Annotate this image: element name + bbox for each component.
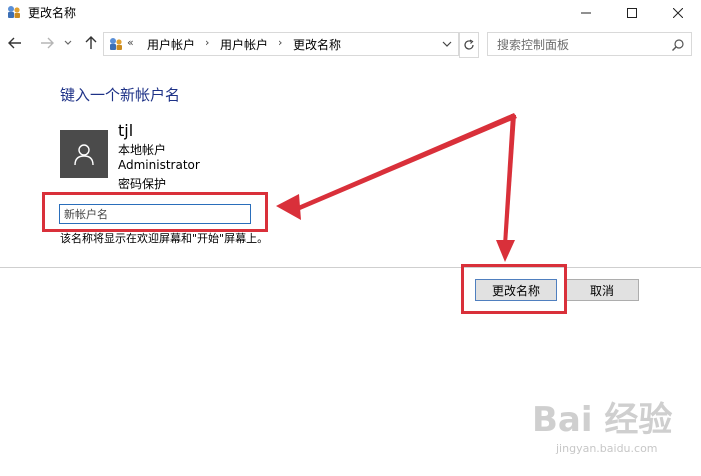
annotation-arrow-to-input bbox=[291, 113, 517, 213]
annotation-arrow-to-input-head bbox=[276, 194, 301, 220]
title-bar: 更改名称 bbox=[0, 0, 701, 26]
back-button[interactable] bbox=[6, 34, 24, 52]
baidu-watermark: Bai 经验 jingyan.baidu.com bbox=[532, 392, 692, 464]
breadcrumb-item[interactable]: 用户帐户 bbox=[220, 36, 268, 53]
control-panel-icon bbox=[6, 4, 22, 20]
user-avatar-icon bbox=[74, 144, 94, 166]
navigation-bar: « 用户帐户 › 用户帐户 › 更改名称 搜索控制面板 bbox=[0, 26, 701, 62]
avatar bbox=[60, 130, 108, 178]
search-placeholder: 搜索控制面板 bbox=[497, 38, 570, 52]
recent-dropdown-icon bbox=[64, 40, 72, 45]
breadcrumb-separator-icon[interactable]: › bbox=[278, 36, 282, 49]
address-dropdown-icon[interactable] bbox=[442, 36, 456, 52]
user-name: tjl bbox=[118, 121, 134, 140]
forward-arrow-icon bbox=[41, 37, 54, 49]
search-icon[interactable] bbox=[671, 37, 685, 51]
annotation-box-button bbox=[461, 264, 567, 314]
watermark-brand: Bai 经验 bbox=[532, 400, 673, 440]
account-type: 本地帐户 bbox=[118, 143, 167, 157]
breadcrumb-overflow[interactable]: « bbox=[127, 36, 134, 49]
refresh-icon bbox=[464, 39, 474, 50]
breadcrumb-separator-icon[interactable]: › bbox=[205, 36, 209, 49]
forward-button[interactable] bbox=[38, 34, 56, 52]
search-input[interactable]: 搜索控制面板 bbox=[487, 32, 692, 56]
refresh-button[interactable] bbox=[459, 32, 479, 58]
name-hint-text: 该名称将显示在欢迎屏幕和"开始"屏幕上。 bbox=[60, 232, 269, 245]
control-panel-icon bbox=[108, 36, 124, 52]
account-role: Administrator bbox=[118, 158, 200, 172]
page-heading: 键入一个新帐户名 bbox=[60, 86, 181, 104]
close-button[interactable] bbox=[655, 0, 701, 26]
password-status: 密码保护 bbox=[118, 177, 167, 191]
address-bar[interactable]: « 用户帐户 › 用户帐户 › 更改名称 bbox=[103, 32, 459, 56]
annotation-box-input bbox=[42, 192, 268, 232]
watermark-url: jingyan.baidu.com bbox=[556, 442, 658, 455]
cancel-button[interactable]: 取消 bbox=[565, 279, 639, 301]
maximize-button[interactable] bbox=[609, 0, 655, 26]
annotation-arrow-to-button bbox=[503, 114, 516, 245]
breadcrumb-item[interactable]: 用户帐户 bbox=[147, 36, 195, 53]
recent-locations-button[interactable] bbox=[62, 34, 74, 52]
annotation-arrow-to-button-head bbox=[496, 240, 515, 262]
up-arrow-icon bbox=[85, 36, 97, 49]
breadcrumb-item[interactable]: 更改名称 bbox=[293, 36, 341, 53]
divider bbox=[0, 267, 701, 268]
minimize-button[interactable] bbox=[563, 0, 609, 26]
window-title: 更改名称 bbox=[28, 6, 77, 20]
back-arrow-icon bbox=[8, 37, 21, 49]
up-button[interactable] bbox=[82, 34, 100, 52]
